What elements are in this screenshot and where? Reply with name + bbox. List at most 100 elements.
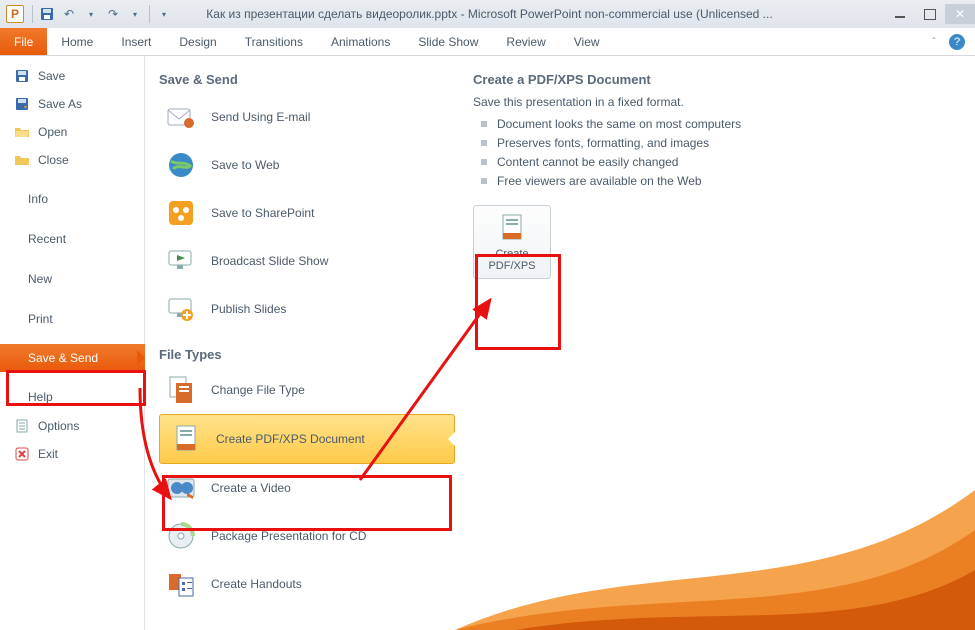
- tab-slideshow[interactable]: Slide Show: [404, 28, 492, 55]
- globe-icon: [165, 149, 197, 181]
- quick-access-toolbar: ↶ ▾ ↷ ▾ ▾: [30, 4, 174, 24]
- sidebar-exit[interactable]: Exit: [0, 440, 144, 468]
- save-icon: [14, 68, 30, 84]
- option-package-cd[interactable]: Package Presentation for CD: [159, 512, 455, 560]
- app-icon: P: [6, 5, 24, 23]
- tab-animations[interactable]: Animations: [317, 28, 404, 55]
- option-label: Publish Slides: [211, 302, 286, 316]
- option-label: Package Presentation for CD: [211, 529, 366, 543]
- sidebar-label: Save: [38, 69, 65, 83]
- option-label: Save to Web: [211, 158, 279, 172]
- change-filetype-icon: [165, 374, 197, 406]
- qat-save-icon[interactable]: [37, 4, 57, 24]
- separator: [149, 5, 150, 23]
- option-label: Send Using E-mail: [211, 110, 310, 124]
- tab-review[interactable]: Review: [492, 28, 559, 55]
- sidebar-print[interactable]: Print: [0, 304, 144, 334]
- option-change-file-type[interactable]: Change File Type: [159, 366, 455, 414]
- window-controls: [885, 4, 975, 24]
- cd-icon: [165, 520, 197, 552]
- video-icon: [165, 472, 197, 504]
- option-label: Broadcast Slide Show: [211, 254, 328, 268]
- options-icon: [14, 418, 30, 434]
- sidebar-label: Options: [38, 419, 79, 433]
- sidebar-saveas[interactable]: Save As: [0, 90, 144, 118]
- folder-close-icon: [14, 152, 30, 168]
- bullet: Content cannot be easily changed: [481, 153, 963, 172]
- tab-file[interactable]: File: [0, 28, 47, 55]
- detail-description: Save this presentation in a fixed format…: [473, 95, 963, 109]
- option-save-web[interactable]: Save to Web: [159, 141, 455, 189]
- detail-panel: Create a PDF/XPS Document Save this pres…: [455, 56, 975, 630]
- button-label-line2: PDF/XPS: [488, 260, 535, 272]
- pdf-icon: [496, 212, 528, 244]
- sidebar-label: Exit: [38, 447, 58, 461]
- title-bar: P ↶ ▾ ↷ ▾ ▾ Как из презентации сделать в…: [0, 0, 975, 28]
- sidebar-close[interactable]: Close: [0, 146, 144, 174]
- window-title: Как из презентации сделать видеоролик.pp…: [174, 7, 885, 21]
- sidebar-open[interactable]: Open: [0, 118, 144, 146]
- help-icon[interactable]: ?: [949, 34, 965, 50]
- maximize-button[interactable]: [915, 4, 945, 24]
- qat-redo-icon[interactable]: ↷: [103, 4, 123, 24]
- exit-icon: [14, 446, 30, 462]
- sidebar-help[interactable]: Help: [0, 382, 144, 412]
- bullet: Free viewers are available on the Web: [481, 172, 963, 191]
- option-label: Create PDF/XPS Document: [216, 432, 365, 446]
- qat-customize-icon[interactable]: ▾: [154, 4, 174, 24]
- sidebar-label: Save & Send: [14, 351, 98, 365]
- tab-design[interactable]: Design: [165, 28, 230, 55]
- pdf-icon: [170, 423, 202, 455]
- sharepoint-icon: [165, 197, 197, 229]
- bullet: Document looks the same on most computer…: [481, 115, 963, 134]
- tab-view[interactable]: View: [560, 28, 614, 55]
- sidebar-save-send[interactable]: Save & Send: [0, 344, 145, 372]
- backstage-view: Save Save As Open Close Info Recent New …: [0, 56, 975, 630]
- button-label-line1: Create: [495, 248, 528, 260]
- option-create-pdf-xps[interactable]: Create PDF/XPS Document: [159, 414, 455, 464]
- close-button[interactable]: [945, 4, 975, 24]
- option-save-sharepoint[interactable]: Save to SharePoint: [159, 189, 455, 237]
- tab-transitions[interactable]: Transitions: [231, 28, 317, 55]
- option-label: Save to SharePoint: [211, 206, 314, 220]
- broadcast-icon: [165, 245, 197, 277]
- handouts-icon: [165, 568, 197, 600]
- option-label: Create a Video: [211, 481, 291, 495]
- qat-dropdown-icon[interactable]: ▾: [81, 4, 101, 24]
- sidebar-label: Save As: [38, 97, 82, 111]
- saveas-icon: [14, 96, 30, 112]
- minimize-button[interactable]: [885, 4, 915, 24]
- tab-home[interactable]: Home: [47, 28, 107, 55]
- sidebar-label: Close: [38, 153, 69, 167]
- section-file-types: File Types: [159, 347, 455, 362]
- qat-dropdown-icon[interactable]: ▾: [125, 4, 145, 24]
- qat-undo-icon[interactable]: ↶: [59, 4, 79, 24]
- option-send-email[interactable]: Send Using E-mail: [159, 93, 455, 141]
- minimize-ribbon-icon[interactable]: ˆ: [925, 33, 943, 51]
- sidebar-label: Open: [38, 125, 67, 139]
- section-save-send: Save & Send: [159, 72, 455, 89]
- email-icon: [165, 101, 197, 133]
- folder-open-icon: [14, 124, 30, 140]
- sidebar-save[interactable]: Save: [0, 62, 144, 90]
- option-publish-slides[interactable]: Publish Slides: [159, 285, 455, 333]
- publish-icon: [165, 293, 197, 325]
- sidebar-new[interactable]: New: [0, 264, 144, 294]
- detail-title: Create a PDF/XPS Document: [473, 72, 963, 87]
- detail-bullets: Document looks the same on most computer…: [481, 115, 963, 191]
- bullet: Preserves fonts, formatting, and images: [481, 134, 963, 153]
- tab-insert[interactable]: Insert: [107, 28, 165, 55]
- separator: [32, 5, 33, 23]
- option-create-handouts[interactable]: Create Handouts: [159, 560, 455, 608]
- save-send-options: Save & Send Send Using E-mail Save to We…: [145, 56, 455, 630]
- option-label: Change File Type: [211, 383, 305, 397]
- create-pdf-xps-button[interactable]: Create PDF/XPS: [473, 205, 551, 279]
- option-broadcast[interactable]: Broadcast Slide Show: [159, 237, 455, 285]
- ribbon-tabs: File Home Insert Design Transitions Anim…: [0, 28, 975, 56]
- sidebar-recent[interactable]: Recent: [0, 224, 144, 254]
- sidebar: Save Save As Open Close Info Recent New …: [0, 56, 145, 630]
- sidebar-options[interactable]: Options: [0, 412, 144, 440]
- option-create-video[interactable]: Create a Video: [159, 464, 455, 512]
- sidebar-info[interactable]: Info: [0, 184, 144, 214]
- option-label: Create Handouts: [211, 577, 302, 591]
